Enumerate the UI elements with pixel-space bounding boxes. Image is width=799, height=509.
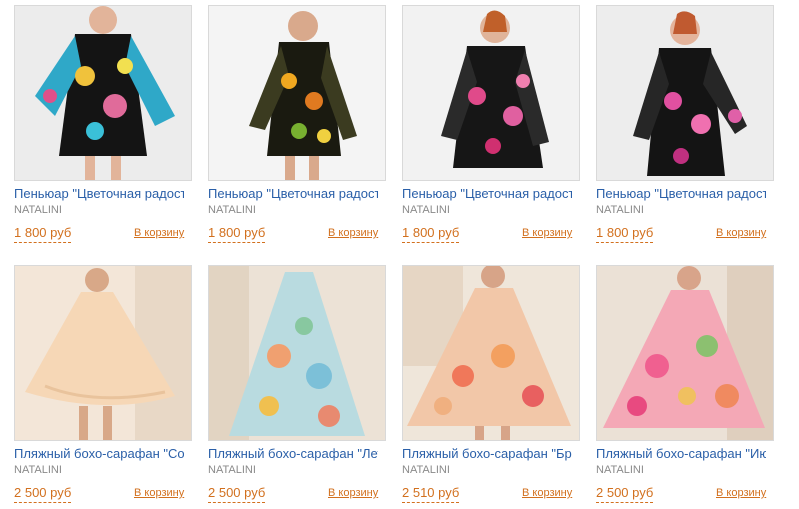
product-card[interactable]: Пеньюар "Цветочная радость" NATALINI 1 8… [596,5,774,244]
product-card[interactable]: Пеньюар "Цветочная радость" NATALINI 1 8… [208,5,386,244]
product-price: 1 800 руб [596,222,654,243]
product-card[interactable]: Пляжный бохо-сарафан "Лето" NATALINI 2 5… [208,265,386,504]
product-brand: NATALINI [402,464,450,476]
product-brand: NATALINI [596,464,644,476]
product-title[interactable]: Пеньюар "Цветочная радость" [14,185,184,203]
add-to-cart-link[interactable]: В корзину [134,482,190,504]
product-photo[interactable] [402,5,580,181]
add-to-cart-link[interactable]: В корзину [134,222,190,244]
product-title[interactable]: Пляжный бохо-сарафан "Июль" [596,445,766,463]
boho-sundress-pink-image [597,266,773,440]
boho-sundress-blue-image [209,266,385,440]
product-card[interactable]: Пляжный бохо-сарафан "Бриз" NATALINI 2 5… [402,265,580,504]
product-price: 2 510 руб [402,482,460,503]
product-title[interactable]: Пеньюар "Цветочная радость" [402,185,572,203]
product-photo[interactable] [208,265,386,441]
product-brand: NATALINI [208,204,256,216]
product-grid: Пеньюар "Цветочная радость" NATALINI 1 8… [0,0,799,509]
product-card[interactable]: Пляжный бохо-сарафан "Июль" NATALINI 2 5… [596,265,774,504]
product-title[interactable]: Пляжный бохо-сарафан "Бриз" [402,445,572,463]
peignoir-orchid-floral-image [597,6,773,180]
product-photo[interactable] [596,5,774,181]
boho-sundress-peach-image [15,266,191,440]
product-price: 2 500 руб [14,482,72,503]
product-brand: NATALINI [14,464,62,476]
product-card[interactable]: Пеньюар "Цветочная радость" NATALINI 1 8… [402,5,580,244]
add-to-cart-link[interactable]: В корзину [522,222,578,244]
product-card[interactable]: Пеньюар "Цветочная радость" NATALINI 1 8… [14,5,192,244]
peignoir-turquoise-floral-image [15,6,191,180]
add-to-cart-link[interactable]: В корзину [328,482,384,504]
product-title[interactable]: Пляжный бохо-сарафан "Солнце" [14,445,184,463]
product-photo[interactable] [14,5,192,181]
product-photo[interactable] [596,265,774,441]
product-brand: NATALINI [14,204,62,216]
product-brand: NATALINI [402,204,450,216]
product-price: 1 800 руб [14,222,72,243]
product-card[interactable]: Пляжный бохо-сарафан "Солнце" NATALINI 2… [14,265,192,504]
product-photo[interactable] [208,5,386,181]
product-price: 2 500 руб [596,482,654,503]
product-title[interactable]: Пеньюар "Цветочная радость" [208,185,378,203]
boho-sundress-coral-image [403,266,579,440]
product-brand: NATALINI [208,464,256,476]
product-title[interactable]: Пляжный бохо-сарафан "Лето" [208,445,378,463]
add-to-cart-link[interactable]: В корзину [716,222,772,244]
product-price: 1 800 руб [208,222,266,243]
add-to-cart-link[interactable]: В корзину [328,222,384,244]
product-photo[interactable] [402,265,580,441]
product-photo[interactable] [14,265,192,441]
product-price: 2 500 руб [208,482,266,503]
product-title[interactable]: Пеньюар "Цветочная радость" [596,185,766,203]
add-to-cart-link[interactable]: В корзину [522,482,578,504]
add-to-cart-link[interactable]: В корзину [716,482,772,504]
peignoir-yellow-floral-image [209,6,385,180]
peignoir-pink-floral-image [403,6,579,180]
product-brand: NATALINI [596,204,644,216]
product-price: 1 800 руб [402,222,460,243]
